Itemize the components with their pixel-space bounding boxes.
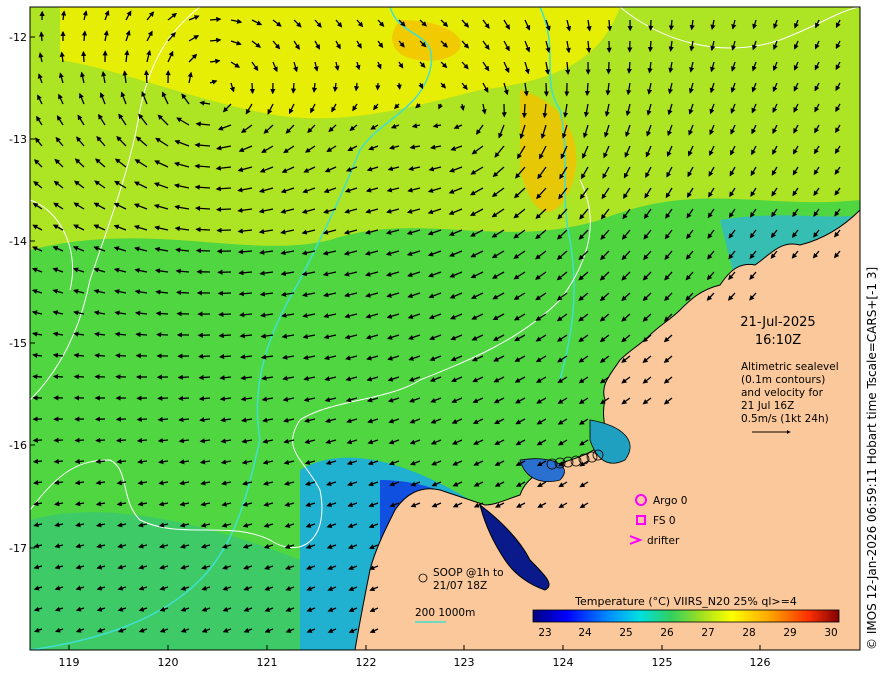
velocity-arrow [195, 226, 211, 233]
velocity-arrow [249, 82, 255, 95]
velocity-arrow [606, 61, 612, 75]
velocity-arrow [218, 332, 232, 339]
velocity-arrow [143, 69, 150, 84]
drifter-label: drifter [647, 535, 680, 547]
lon-tick-label: 119 [59, 656, 80, 669]
lon-tick-label: 123 [454, 656, 475, 669]
colorbar-tick: 27 [701, 627, 714, 639]
lon-tick-label: 126 [750, 656, 771, 669]
velocity-arrow [94, 352, 106, 359]
velocity-arrow [177, 374, 190, 380]
lat-tick-label: -16 [9, 439, 27, 452]
velocity-arrow [647, 40, 654, 53]
velocity-arrow [216, 227, 232, 233]
lat-tick-label: -17 [9, 542, 27, 555]
velocity-arrow [218, 311, 232, 317]
velocity-arrow [32, 437, 43, 443]
velocity-arrow [215, 206, 232, 213]
lon-tick-label: 121 [257, 656, 278, 669]
velocity-arrow [95, 437, 106, 443]
velocity-arrow [157, 416, 169, 423]
map-time: 16:10Z [755, 333, 801, 348]
velocity-arrow [136, 416, 148, 422]
map-date: 21-Jul-2025 [740, 315, 815, 330]
velocity-arrow [194, 205, 211, 211]
velocity-arrow [74, 437, 85, 443]
colorbar-title: Temperature (°C) VIIRS_N20 25% ql>=4 [574, 595, 797, 608]
argo-label: Argo 0 [653, 495, 687, 507]
velocity-arrow [32, 374, 43, 380]
fs-label: FS 0 [653, 515, 676, 527]
lat-tick-label: -14 [9, 235, 27, 248]
altimetry-line: 21 Jul 16Z [741, 400, 794, 412]
velocity-arrow [156, 332, 169, 338]
colorbar-scale [532, 609, 840, 623]
velocity-arrow [396, 82, 402, 90]
velocity-arrow [115, 437, 127, 443]
velocity-arrow [217, 290, 232, 296]
velocity-arrow [95, 458, 106, 465]
velocity-arrow [135, 331, 148, 338]
colorbar-tick: 30 [824, 627, 837, 639]
colorbar-tick: 28 [742, 627, 755, 639]
altimetry-line: Altimetric sealevel [741, 361, 839, 373]
colorbar-tick: 23 [538, 627, 551, 639]
velocity-arrow [209, 16, 222, 23]
velocity-arrow [290, 82, 297, 94]
colorbar-tick: 24 [578, 627, 592, 639]
velocity-arrow [136, 437, 148, 444]
lat-tick-label: -13 [9, 133, 27, 146]
velocity-arrow [32, 458, 43, 464]
velocity-arrow [543, 82, 549, 97]
plot-area [30, 7, 860, 650]
velocity-arrow [521, 103, 528, 119]
velocity-arrow [198, 353, 211, 359]
velocity-arrow [218, 353, 232, 360]
velocity-arrow [74, 458, 85, 465]
colorbar-tick: 26 [660, 627, 674, 639]
lon-tick-label: 125 [652, 656, 673, 669]
velocity-arrow [53, 458, 64, 464]
lat-tick-label: -12 [9, 31, 27, 44]
altimetry-line: and velocity for [741, 387, 824, 399]
velocity-arrow [38, 31, 45, 42]
velocity-arrow [354, 82, 360, 92]
velocity-arrow [53, 437, 64, 443]
velocity-arrow [81, 50, 87, 63]
velocity-arrow [175, 289, 190, 296]
colorbar-tick: 29 [783, 627, 796, 639]
velocity-arrow [114, 352, 127, 359]
velocity-arrow [81, 30, 88, 42]
velocity-arrow [157, 395, 169, 401]
lon-tick-label: 124 [553, 656, 574, 669]
velocity-arrow [177, 395, 190, 402]
colorbar-tick: 25 [619, 627, 632, 639]
velocity-arrow [155, 310, 169, 317]
credit-text: © IMOS 12-Jan-2026 06:59:11 Hobart time … [865, 267, 879, 650]
sst-map: -12 -13 -14 -15 -16 -17 119 120 121 122 … [9, 6, 879, 669]
soop-line: 21/07 18Z [433, 580, 487, 592]
altimetry-line: (0.1m contours) [741, 374, 825, 386]
lat-tick-label: -15 [9, 337, 27, 350]
velocity-arrow [195, 248, 211, 254]
lon-tick-label: 122 [356, 656, 377, 669]
isobath-label: 200 1000m [415, 607, 475, 619]
velocity-arrow [52, 374, 64, 380]
velocity-arrow [198, 374, 211, 381]
altimetry-line: 0.5m/s (1kt 24h) [741, 413, 829, 425]
velocity-arrow [73, 374, 85, 380]
velocity-arrow [606, 19, 613, 32]
lon-tick-label: 120 [158, 656, 179, 669]
soop-line: SOOP @1h to [433, 567, 504, 579]
velocity-arrow [584, 82, 591, 97]
